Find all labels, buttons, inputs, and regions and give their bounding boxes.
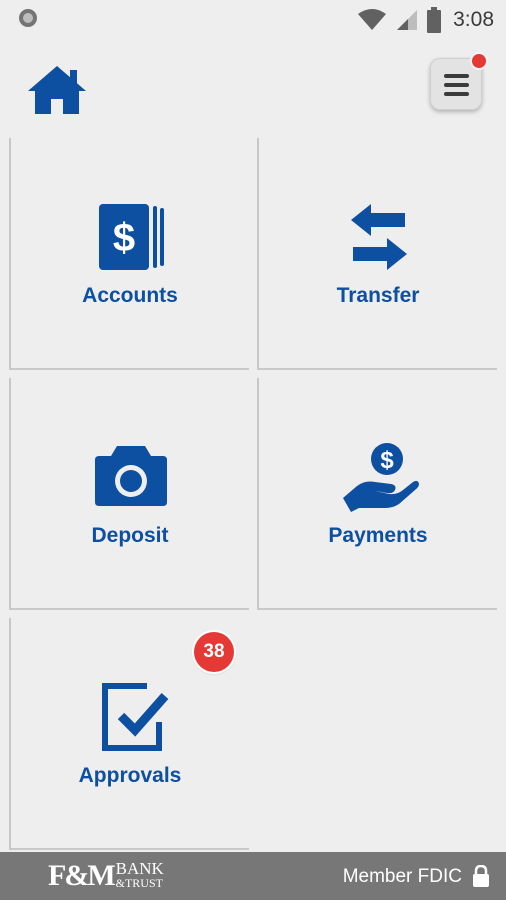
member-fdic-text: Member FDIC <box>342 866 462 887</box>
tile-deposit[interactable]: Deposit <box>9 378 249 610</box>
tile-transfer-label: Transfer <box>336 284 420 307</box>
approvals-icon <box>102 683 169 751</box>
menu-icon <box>444 74 469 101</box>
signal-icon <box>397 10 418 30</box>
svg-text:$: $ <box>113 216 135 260</box>
menu-notification-dot <box>470 52 488 70</box>
logo-letters: F&M <box>48 859 116 892</box>
status-time: 3:08 <box>453 8 494 31</box>
tile-payments[interactable]: $ Payments <box>257 378 497 610</box>
logo-bank: BANK <box>115 859 164 878</box>
payments-icon: $ <box>343 443 419 512</box>
battery-icon <box>427 7 442 33</box>
transfer-icon <box>351 204 407 270</box>
lock-icon <box>473 865 489 887</box>
tile-transfer[interactable]: Transfer <box>257 138 497 370</box>
tile-deposit-label: Deposit <box>91 524 169 547</box>
approvals-count-badge: 38 <box>194 632 234 672</box>
status-icons: 3:08 <box>357 6 494 34</box>
tile-payments-label: Payments <box>328 524 428 547</box>
home-icon[interactable] <box>26 64 88 116</box>
tile-approvals-label: Approvals <box>78 764 182 787</box>
wifi-icon <box>358 9 387 30</box>
camera-icon <box>95 446 167 506</box>
status-bar: 3:08 <box>0 0 506 40</box>
svg-text:$: $ <box>380 447 394 474</box>
logo-trust: &TRUST <box>115 876 163 890</box>
accounts-icon: $ <box>99 204 164 270</box>
fm-bank-logo: F&M BANK &TRUST <box>48 858 164 894</box>
tile-accounts-label: Accounts <box>82 284 178 307</box>
tile-accounts[interactable]: $ Accounts <box>9 138 249 370</box>
menu-button[interactable] <box>430 52 488 110</box>
footer: F&M BANK &TRUST Member FDIC <box>0 852 506 900</box>
notification-dot-icon <box>19 9 37 27</box>
feature-grid: $ Accounts Transfer Deposit $ Payments A… <box>9 138 499 850</box>
logo-wordmark: BANK &TRUST <box>115 859 164 890</box>
